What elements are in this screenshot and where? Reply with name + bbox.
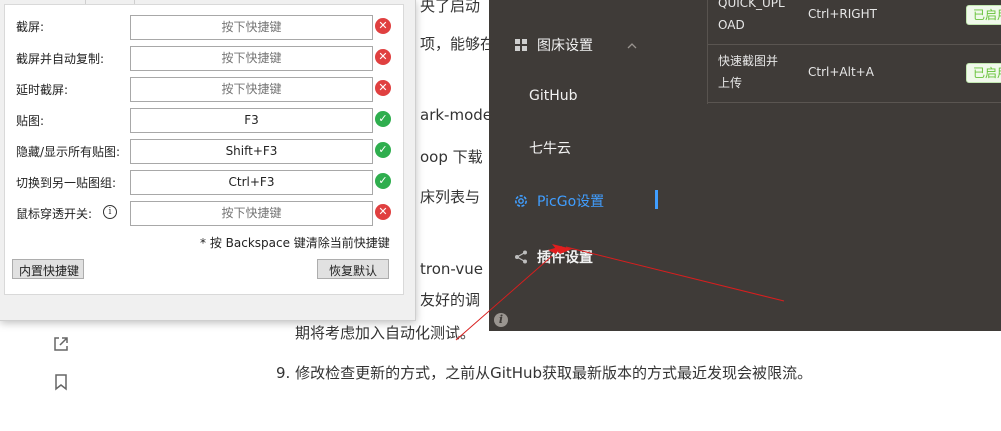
status-badge: 已启用	[966, 5, 1001, 25]
shortcut-label: 延时截屏:	[16, 83, 69, 97]
builtin-shortcuts-button[interactable]: 内置快捷键	[12, 259, 84, 279]
shortcut-input[interactable]	[130, 15, 373, 40]
nav-label: 图床设置	[537, 38, 593, 54]
shortcut-key: Ctrl+RIGHT	[808, 7, 877, 21]
shortcut-label: 隐藏/显示所有贴图:	[16, 145, 121, 159]
article-line: 9. 修改检查更新的方式，之前从GitHub获取最新版本的方式最近发现会被限流。	[276, 364, 813, 382]
shortcut-input[interactable]	[130, 170, 373, 195]
shortcut-settings-panel: 截屏: ✕ 截屏并自动复制: ✕ 延时截屏: ✕ 贴图: ✓ 隐藏/显示所有贴图…	[0, 0, 416, 321]
nav-qiniu[interactable]: 七牛云	[529, 138, 571, 158]
active-indicator	[655, 190, 658, 209]
shortcut-label: 截屏并自动复制:	[16, 52, 105, 66]
nav-image-host-settings[interactable]: 图床设置	[513, 35, 593, 55]
shortcut-input[interactable]	[130, 108, 373, 133]
shortcut-name: OAD	[718, 18, 745, 32]
backspace-hint: * 按 Backspace 键清除当前快捷键	[200, 236, 390, 250]
bookmark-icon[interactable]	[52, 373, 70, 391]
shortcut-label: 鼠标穿透开关:	[16, 207, 93, 221]
article-line: 期将考虑加入自动化测试。	[295, 324, 476, 342]
check-icon: ✓	[375, 173, 391, 189]
nav-github[interactable]: GitHub	[529, 88, 578, 104]
article-fragment: ark-mode	[420, 106, 492, 124]
error-icon: ✕	[375, 18, 391, 34]
info-icon[interactable]: i	[103, 205, 117, 219]
article-fragment: 友好的调	[420, 291, 481, 309]
error-icon: ✕	[375, 49, 391, 65]
article-fragment: 央了启动	[420, 0, 481, 15]
error-icon: ✕	[375, 80, 391, 96]
picgo-settings-window: 图床设置 GitHub 七牛云 PicGo设置 插件设置 QUICK_UPL O…	[489, 0, 1001, 331]
shortcut-name: QUICK_UPL	[718, 0, 785, 10]
article-fragment: 项，能够在	[420, 35, 496, 53]
check-icon: ✓	[375, 142, 391, 158]
shortcut-input[interactable]	[130, 46, 373, 71]
shortcut-label: 切换到另一贴图组:	[16, 176, 117, 190]
nav-label: PicGo设置	[537, 194, 605, 210]
shortcut-name: 上传	[718, 76, 743, 90]
shortcut-input[interactable]	[130, 201, 373, 226]
nav-label: 插件设置	[537, 250, 593, 266]
shortcut-label: 贴图:	[16, 114, 45, 128]
check-icon: ✓	[375, 111, 391, 127]
article-fragment: 床列表与	[420, 188, 481, 206]
info-icon[interactable]: i	[494, 313, 508, 327]
shortcut-input[interactable]	[130, 139, 373, 164]
share-icon	[513, 249, 529, 265]
article-fragment: tron-vue	[420, 260, 484, 278]
shortcut-name: 快速截图并	[718, 54, 779, 68]
divider	[707, 0, 708, 104]
shortcut-key: Ctrl+Alt+A	[808, 65, 874, 79]
nav-picgo-settings[interactable]: PicGo设置	[513, 191, 604, 211]
external-link-icon[interactable]	[52, 335, 70, 353]
row-divider	[708, 44, 1001, 45]
restore-default-button[interactable]: 恢复默认	[317, 259, 389, 279]
article-fragment: oop 下载	[420, 148, 483, 166]
grid-icon	[513, 37, 529, 53]
chevron-up-icon[interactable]	[627, 36, 637, 49]
nav-plugin-settings[interactable]: 插件设置	[513, 247, 593, 267]
error-icon: ✕	[375, 204, 391, 220]
gear-icon	[513, 193, 529, 209]
status-badge: 已启用	[966, 63, 1001, 83]
nav-label: 七牛云	[529, 141, 571, 157]
row-divider	[708, 102, 1001, 103]
shortcut-label: 截屏:	[16, 20, 45, 34]
shortcut-input[interactable]	[130, 77, 373, 102]
nav-label: GitHub	[529, 88, 578, 104]
